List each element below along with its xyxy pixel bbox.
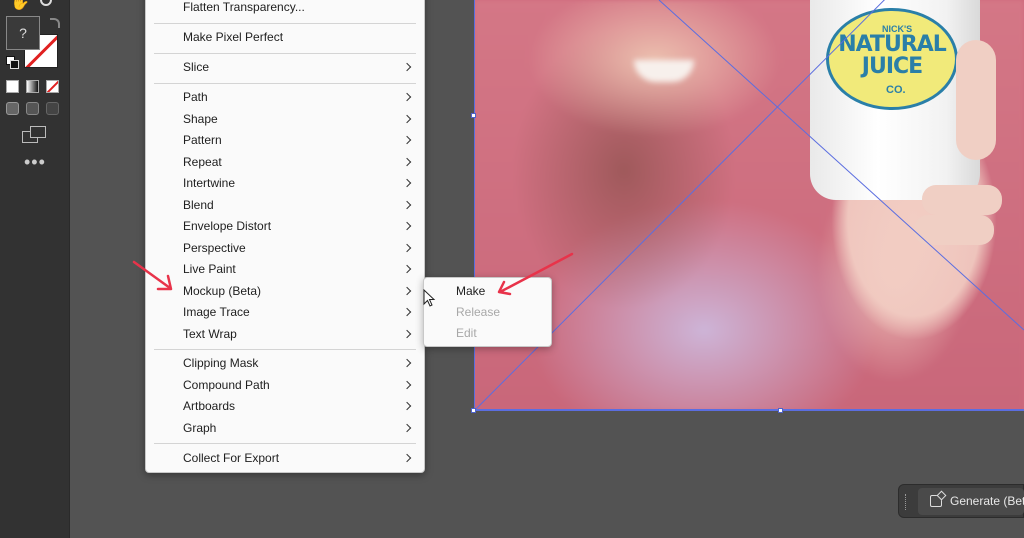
- menu-item-collect-for-export[interactable]: Collect For Export: [146, 448, 424, 469]
- menu-item-label: Graph: [183, 420, 217, 435]
- chevron-right-icon: [402, 92, 412, 102]
- chevron-right-icon: [402, 114, 412, 123]
- menu-item-shape[interactable]: Shape: [146, 109, 424, 130]
- menu-item-perspective[interactable]: Perspective: [146, 238, 424, 259]
- menu-item-label: Clipping Mask: [183, 356, 259, 370]
- menu-item-label: Intertwine: [183, 176, 236, 190]
- bounding-box-handle[interactable]: [471, 408, 476, 413]
- artboard-image[interactable]: NICK'S NATURAL JUICE CO.: [474, 0, 1024, 411]
- zoom-icon[interactable]: [40, 0, 52, 6]
- menu-item-pattern[interactable]: Pattern: [146, 130, 424, 151]
- chevron-right-icon: [402, 221, 412, 231]
- annotation-arrow-icon: [497, 252, 574, 296]
- chevron-right-icon: [402, 178, 412, 188]
- chevron-right-icon: [402, 329, 412, 338]
- menu-item-label: Shape: [183, 111, 218, 126]
- none-mode-icon[interactable]: [46, 80, 59, 93]
- mouse-pointer-icon: [423, 289, 436, 307]
- menu-item-repeat[interactable]: Repeat: [146, 152, 424, 173]
- chevron-right-icon: [402, 423, 412, 432]
- more-tools-icon[interactable]: •••: [24, 152, 46, 173]
- menu-separator: [154, 83, 416, 84]
- menu-item-make-pixel-perfect[interactable]: Make Pixel Perfect: [146, 27, 424, 48]
- chevron-right-icon: [402, 286, 412, 295]
- chevron-right-icon: [402, 358, 412, 368]
- bounding-box-handle[interactable]: [471, 113, 476, 118]
- menu-item-flatten-transparency[interactable]: Flatten Transparency...: [146, 0, 424, 18]
- object-context-menu: Flatten Transparency... Make Pixel Perfe…: [145, 0, 425, 473]
- fill-stroke-control[interactable]: ?: [6, 16, 62, 70]
- draw-inside-icon[interactable]: [46, 102, 59, 115]
- swap-fill-stroke-icon[interactable]: [50, 18, 60, 28]
- menu-item-label: Repeat: [183, 154, 222, 169]
- guide-diagonal-1: [474, 0, 885, 411]
- chevron-right-icon: [402, 157, 412, 166]
- generate-button[interactable]: Generate (Beta): [918, 488, 1024, 515]
- generate-icon: [930, 495, 942, 507]
- menu-item-label: Text Wrap: [183, 326, 237, 341]
- menu-item-blend[interactable]: Blend: [146, 195, 424, 216]
- color-mode-icon[interactable]: [6, 80, 19, 93]
- chevron-right-icon: [402, 453, 412, 463]
- menu-separator: [154, 23, 416, 24]
- chevron-right-icon: [402, 243, 412, 252]
- menu-separator: [154, 443, 416, 444]
- annotation-arrow-icon: [132, 260, 173, 291]
- selection-guides: [474, 0, 1024, 411]
- menu-item-compound-path[interactable]: Compound Path: [146, 375, 424, 396]
- menu-item-path[interactable]: Path: [146, 87, 424, 108]
- menu-item-image-trace[interactable]: Image Trace: [146, 302, 424, 323]
- submenu-item-edit: Edit: [456, 326, 477, 340]
- tools-panel: ✋ ? •••: [0, 0, 70, 538]
- generate-label: Generate (Beta): [950, 494, 1024, 508]
- menu-item-text-wrap[interactable]: Text Wrap: [146, 324, 424, 345]
- menu-item-artboards[interactable]: Artboards: [146, 396, 424, 417]
- hand-icon[interactable]: ✋: [10, 0, 30, 12]
- menu-item-label: Blend: [183, 197, 214, 212]
- bounding-box-handle[interactable]: [778, 408, 783, 413]
- guide-diagonal-2: [658, 0, 1024, 331]
- menu-item-label: Image Trace: [183, 305, 250, 319]
- fill-swatch[interactable]: ?: [6, 16, 40, 50]
- menu-separator: [154, 349, 416, 350]
- menu-item-label: Live Paint: [183, 262, 236, 276]
- menu-item-slice[interactable]: Slice: [146, 57, 424, 78]
- default-colors-icon[interactable]: [6, 56, 19, 69]
- gradient-mode-icon[interactable]: [26, 80, 39, 93]
- menu-item-mockup-beta[interactable]: Mockup (Beta): [146, 281, 424, 302]
- menu-item-label: Compound Path: [183, 377, 270, 392]
- menu-item-graph[interactable]: Graph: [146, 418, 424, 439]
- drag-handle-icon[interactable]: [905, 494, 908, 510]
- screen-mode-icon[interactable]: [22, 126, 46, 143]
- menu-item-label: Artboards: [183, 399, 236, 413]
- chevron-right-icon: [402, 380, 412, 389]
- chevron-right-icon: [402, 62, 412, 72]
- menu-item-label: Collect For Export: [183, 451, 280, 465]
- menu-item-label: Make Pixel Perfect: [183, 30, 284, 44]
- menu-item-label: Pattern: [183, 133, 222, 147]
- menu-item-label: Mockup (Beta): [183, 283, 262, 298]
- draw-mode-row: [6, 102, 62, 116]
- menu-item-clipping-mask[interactable]: Clipping Mask: [146, 353, 424, 374]
- chevron-right-icon: [402, 307, 412, 317]
- menu-item-intertwine[interactable]: Intertwine: [146, 173, 424, 194]
- draw-behind-icon[interactable]: [26, 102, 39, 115]
- menu-item-label: Perspective: [183, 240, 246, 255]
- chevron-right-icon: [402, 200, 412, 209]
- chevron-right-icon: [402, 264, 412, 274]
- menu-separator: [154, 53, 416, 54]
- chevron-right-icon: [402, 401, 412, 411]
- color-mode-row: [6, 80, 62, 94]
- menu-item-label: Slice: [183, 60, 210, 74]
- menu-item-label: Envelope Distort: [183, 219, 272, 233]
- chevron-right-icon: [402, 135, 412, 145]
- submenu-item-release: Release: [456, 305, 501, 319]
- menu-item-label: Flatten Transparency...: [183, 0, 305, 14]
- draw-normal-icon[interactable]: [6, 102, 19, 115]
- menu-item-label: Path: [183, 90, 208, 104]
- menu-item-envelope-distort[interactable]: Envelope Distort: [146, 216, 424, 237]
- menu-item-live-paint[interactable]: Live Paint: [146, 259, 424, 280]
